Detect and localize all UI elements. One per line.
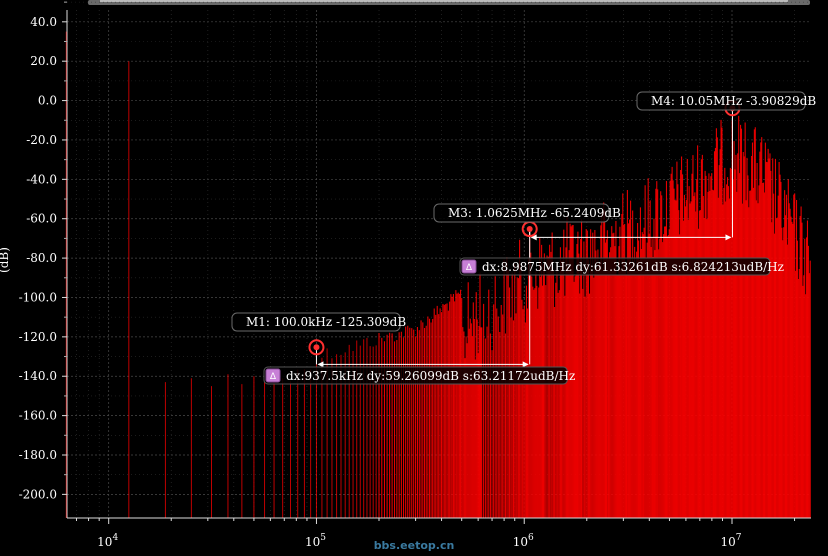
- y-tick-label: -40.0: [26, 172, 57, 186]
- watermark: bbs.eetop.cn: [374, 539, 455, 552]
- x-tick-label: 106: [513, 533, 534, 549]
- delta-label: dx:937.5kHz dy:59.26099dB s:63.21172udB/…: [286, 369, 575, 383]
- marker-label: M4: 10.05MHz -3.90829dB: [651, 94, 816, 108]
- delta-icon-glyph: Δ: [466, 263, 473, 273]
- spectrum-plot: (dB) 40.0 20.0 0.0 -20.0 -40.0 -60.0 -80.0 -100…: [0, 0, 816, 552]
- delta-icon-glyph: Δ: [270, 372, 277, 382]
- y-tick-label: -80.0: [26, 251, 57, 265]
- y-tick-label: 20.0: [30, 54, 57, 68]
- x-tick-label: 104: [97, 533, 118, 549]
- marker-dot: [526, 226, 533, 233]
- y-tick-label: -200.0: [19, 487, 57, 501]
- y-tick-label: -120.0: [19, 330, 57, 344]
- marker-label: M1: 100.0kHz -125.309dB: [246, 315, 406, 329]
- marker-label: M3: 1.0625MHz -65.2409dB: [448, 206, 621, 220]
- y-tick-label: -140.0: [19, 369, 57, 383]
- y-tick-label: -180.0: [19, 448, 57, 462]
- y-axis-ticks: 40.0 20.0 0.0 -20.0 -40.0 -60.0 -80.0 -100.0 -12…: [19, 1, 67, 501]
- delta-label: dx:8.9875MHz dy:61.33261dB s:6.824213udB…: [482, 260, 784, 274]
- x-tick-label: 107: [720, 533, 741, 549]
- y-tick-label: 0.0: [38, 94, 57, 108]
- y-tick-label: 40.0: [30, 15, 57, 29]
- y-tick-label: -100.0: [19, 290, 57, 304]
- window-title-highlight: [100, 0, 788, 2]
- y-tick-label: -20.0: [26, 133, 57, 147]
- y-axis-title: (dB): [0, 247, 11, 273]
- x-tick-label: 105: [305, 533, 326, 549]
- y-tick-label: -60.0: [26, 212, 57, 226]
- marker-dot: [313, 344, 320, 351]
- y-tick-label: -160.0: [19, 409, 57, 423]
